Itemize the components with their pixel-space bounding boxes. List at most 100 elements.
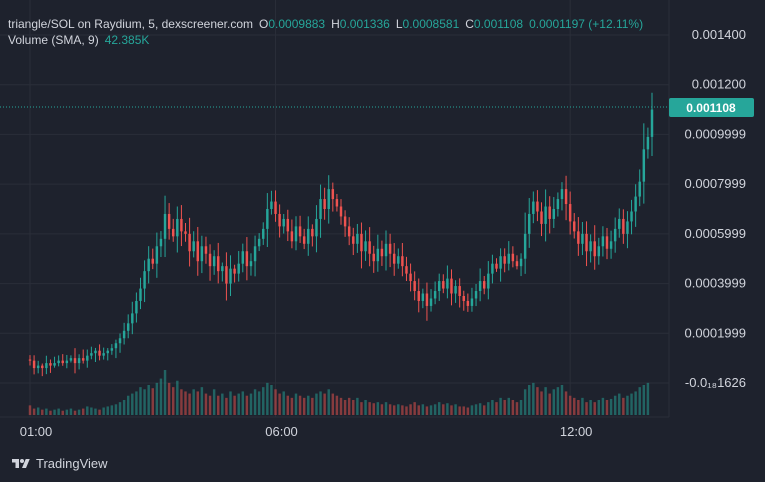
volume-bars	[28, 370, 650, 415]
volume-bar	[499, 397, 502, 415]
volume-bar	[462, 406, 465, 415]
volume-bar	[249, 393, 253, 415]
volume-bar	[49, 410, 52, 415]
volume-bar	[90, 407, 93, 415]
candle-body	[519, 258, 523, 267]
volume-bar	[278, 393, 281, 415]
candle-body	[69, 358, 73, 361]
candle-body	[573, 221, 576, 232]
volume-bar	[605, 400, 609, 415]
volume-bar	[597, 400, 601, 415]
candle-body	[257, 238, 261, 247]
volume-bar	[221, 393, 224, 415]
candle-body	[589, 241, 592, 252]
candle-body	[217, 256, 220, 272]
candle-body	[98, 350, 101, 356]
candle-body	[429, 298, 433, 306]
candle-body	[360, 233, 363, 252]
grid-lines	[0, 0, 669, 417]
high-label: H	[331, 17, 340, 31]
volume-bar	[262, 387, 265, 415]
volume-bar	[102, 407, 105, 415]
volume-bar	[331, 393, 335, 415]
candle-body	[495, 263, 498, 269]
volume-bar	[311, 397, 314, 415]
candle-body	[528, 213, 531, 234]
candle-body	[556, 199, 560, 209]
candle-body	[413, 281, 416, 292]
volume-bar	[147, 385, 150, 415]
candle-body	[90, 353, 93, 356]
low-label: L	[395, 17, 403, 31]
volume-bar	[122, 400, 126, 415]
price-tick-label: 0.001400	[692, 27, 746, 42]
volume-bar	[352, 400, 355, 415]
volume-bar	[327, 389, 330, 415]
volume-bar	[196, 391, 200, 415]
candle-body	[343, 216, 347, 227]
volume-bar	[86, 406, 89, 415]
candle-body	[405, 266, 408, 274]
volume-bar	[466, 407, 470, 415]
candle-body	[503, 256, 506, 264]
volume-bar	[200, 387, 204, 415]
volume-bar	[225, 397, 228, 415]
volume-bar	[380, 404, 384, 415]
candle-body	[466, 300, 470, 306]
tradingview-brand[interactable]: TradingView	[10, 456, 108, 471]
tradingview-label: TradingView	[36, 456, 108, 471]
candle-body	[229, 268, 232, 284]
candle-body	[552, 209, 556, 219]
time-tick-label: 12:00	[560, 424, 593, 439]
candle-body	[339, 206, 343, 217]
candle-body	[626, 221, 629, 234]
chart-canvas[interactable]: 0.001400 0.001200 0.0009999 0.0007999 0.0005…	[0, 0, 765, 482]
candle-body	[225, 266, 228, 284]
price-axis[interactable]: 0.001400 0.001200 0.0009999 0.0007999 0.0005…	[685, 27, 746, 390]
candle-body	[331, 189, 335, 200]
volume-label[interactable]: Volume (SMA, 9)	[8, 32, 99, 48]
candle-body	[28, 359, 32, 361]
volume-value: 42.385K	[104, 33, 150, 47]
volume-bar	[110, 405, 114, 415]
time-axis[interactable]: 01:0006:0012:0018:00	[20, 424, 765, 439]
candle-body	[171, 228, 175, 237]
volume-bar	[28, 405, 32, 415]
candle-body	[601, 236, 605, 247]
price-legend-row: triangle/SOL on Raydium, 5, dexscreener.…	[8, 16, 643, 32]
volume-bar	[184, 391, 187, 415]
volume-bar	[519, 400, 523, 415]
candle-body	[286, 218, 290, 232]
candle-body	[41, 365, 44, 369]
volume-bar	[77, 409, 81, 415]
candle-body	[491, 263, 494, 274]
volume-bar	[573, 397, 576, 415]
candle-body	[118, 338, 122, 344]
volume-bar	[253, 389, 257, 415]
candle-body	[212, 256, 216, 267]
candle-body	[442, 281, 445, 289]
volume-bar	[290, 397, 294, 415]
volume-bar	[556, 387, 560, 415]
volume-bar	[409, 404, 412, 415]
volume-bar	[114, 404, 118, 415]
close-label: C	[465, 17, 474, 31]
candle-body	[270, 201, 273, 209]
volume-bar	[528, 385, 531, 415]
candle-body	[482, 281, 486, 289]
candle-body	[437, 281, 441, 292]
candle-body	[433, 291, 437, 299]
candle-body	[294, 226, 298, 242]
volume-bar	[401, 405, 404, 415]
symbol-title[interactable]: triangle/SOL on Raydium, 5, dexscreener.…	[8, 16, 253, 32]
volume-bar	[135, 391, 138, 415]
candle-body	[474, 291, 478, 299]
volume-bar	[450, 405, 453, 415]
volume-bar	[347, 397, 351, 415]
volume-bar	[237, 393, 240, 415]
volume-bar	[397, 404, 400, 415]
candle-body	[397, 256, 400, 264]
volume-bar	[131, 393, 134, 415]
volume-bar	[274, 389, 277, 415]
candle-body	[372, 253, 375, 262]
